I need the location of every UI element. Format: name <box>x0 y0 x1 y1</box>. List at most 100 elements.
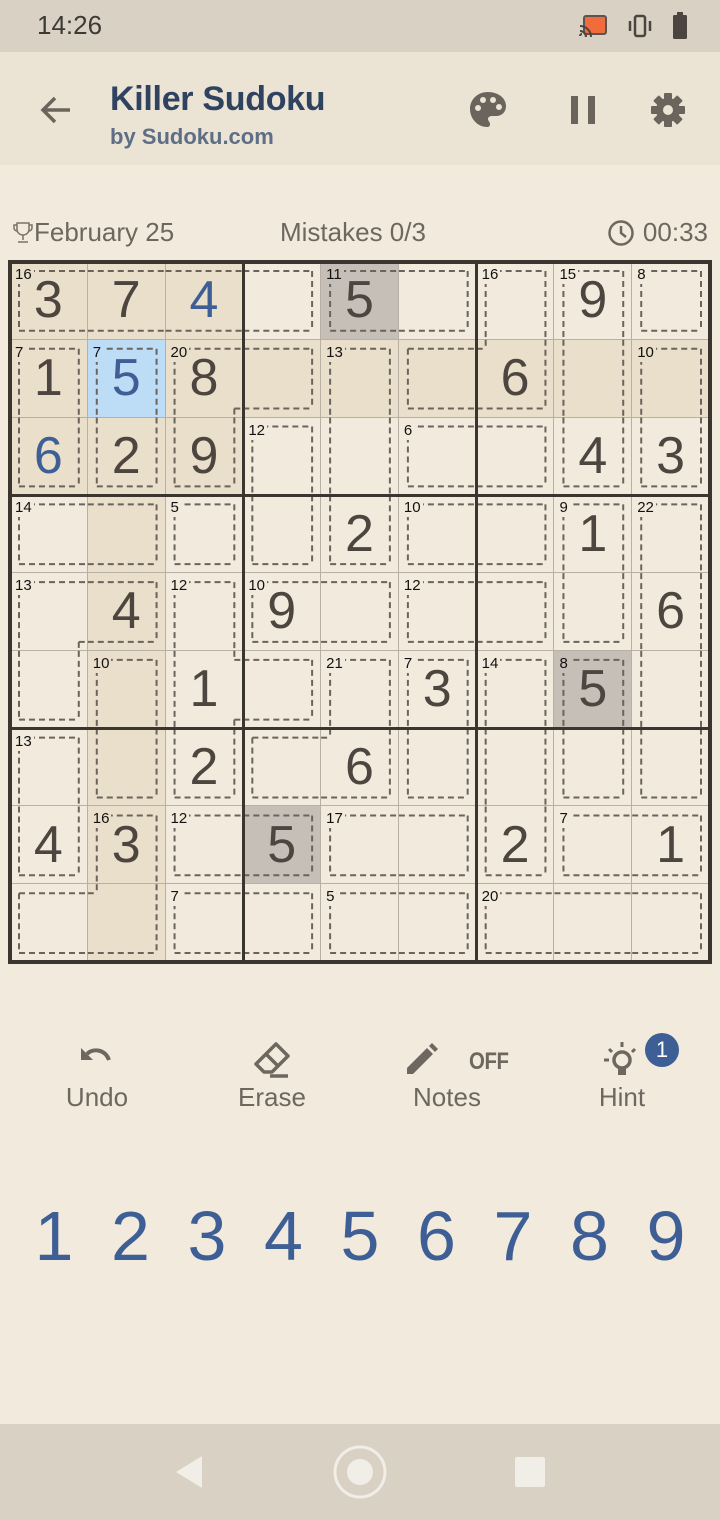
number-button-9[interactable]: 9 <box>630 1196 702 1276</box>
board-cell[interactable] <box>10 650 88 729</box>
board-border-right <box>708 260 712 964</box>
board-cell[interactable] <box>87 728 166 807</box>
cell-value <box>477 495 554 572</box>
number-button-6[interactable]: 6 <box>401 1196 473 1276</box>
cage-sum: 8 <box>637 266 648 284</box>
board-cell[interactable]: 1 <box>632 806 710 885</box>
nav-recents-icon <box>515 1457 545 1487</box>
board-cell[interactable] <box>243 650 322 729</box>
undo-icon <box>81 1048 111 1061</box>
notes-button[interactable]: OFF Notes <box>377 1030 517 1130</box>
nav-back-button[interactable] <box>172 1454 206 1490</box>
board-cell[interactable]: 2 <box>165 728 244 807</box>
board-cell[interactable] <box>476 495 555 574</box>
board-cell[interactable] <box>554 339 633 418</box>
number-button-1[interactable]: 1 <box>18 1196 90 1276</box>
palette-icon <box>470 92 506 127</box>
timer: 00:33 <box>607 217 708 248</box>
hint-button[interactable]: 1 Hint <box>552 1030 692 1130</box>
board-cell[interactable] <box>554 573 633 651</box>
eraser-icon <box>254 1042 290 1078</box>
board-cell[interactable]: 4 <box>554 417 633 496</box>
board-cell[interactable] <box>243 884 322 962</box>
cage-sum: 16 <box>92 810 112 829</box>
board-cell[interactable]: 4 <box>87 573 166 651</box>
board-cell[interactable]: 6 <box>321 728 399 807</box>
board-cell[interactable] <box>321 417 399 496</box>
board-cell[interactable] <box>398 728 477 807</box>
cell-value <box>88 884 165 961</box>
nav-home-button[interactable] <box>332 1444 388 1500</box>
board-cell[interactable]: 6 <box>632 573 710 651</box>
board-cell[interactable] <box>398 884 477 962</box>
board-cell[interactable] <box>632 884 710 962</box>
cage-sum: 11 <box>326 266 344 284</box>
settings-button[interactable] <box>646 88 690 132</box>
board-cell[interactable] <box>632 728 710 807</box>
cage-sum: 14 <box>15 499 34 518</box>
cell-value <box>554 573 631 650</box>
board-cell[interactable]: 2 <box>476 806 555 885</box>
board-cell[interactable]: 1 <box>165 650 244 729</box>
cast-icon <box>579 15 607 38</box>
board-cell[interactable] <box>87 495 166 574</box>
pause-button[interactable] <box>562 88 606 132</box>
cell-value <box>243 340 320 417</box>
cell-value <box>88 729 165 806</box>
board-cell[interactable] <box>476 417 555 496</box>
board-cell[interactable] <box>554 728 633 807</box>
number-button-7[interactable]: 7 <box>477 1196 549 1276</box>
notes-label: Notes <box>413 1082 481 1112</box>
number-button-5[interactable]: 5 <box>324 1196 396 1276</box>
cage-sum: 13 <box>15 577 34 596</box>
cell-value: 3 <box>656 426 686 485</box>
board-cell[interactable]: 6 <box>476 339 555 418</box>
number-button-4[interactable]: 4 <box>248 1196 320 1276</box>
date-text: February 25 <box>34 217 175 247</box>
cell-value: 2 <box>500 815 530 874</box>
board-cell[interactable]: 2 <box>87 417 166 496</box>
cage-sum: 21 <box>326 654 345 673</box>
cell-value: 4 <box>33 815 63 874</box>
board-cell[interactable]: 5 <box>243 806 322 885</box>
board-cell[interactable]: 4 <box>10 806 88 885</box>
undo-button[interactable]: Undo <box>27 1030 167 1130</box>
number-button-8[interactable]: 8 <box>554 1196 626 1276</box>
board-cell[interactable] <box>243 262 322 340</box>
board-cell[interactable] <box>476 728 555 807</box>
cell-value <box>554 729 631 806</box>
board-cell[interactable] <box>243 495 322 574</box>
board-cell[interactable]: 6 <box>10 417 88 496</box>
number-button-3[interactable]: 3 <box>171 1196 243 1276</box>
board-cell[interactable] <box>321 573 399 651</box>
daily-challenge-date: February 25 <box>12 217 174 248</box>
board-cell[interactable] <box>243 728 322 807</box>
cage-sum: 12 <box>248 421 268 440</box>
board-cell[interactable] <box>398 806 477 885</box>
board-cell[interactable] <box>398 262 477 340</box>
erase-button[interactable]: Erase <box>202 1030 342 1130</box>
cage-sum: 7 <box>15 343 26 362</box>
board-cell[interactable]: 9 <box>165 417 244 496</box>
cage-sum: 16 <box>15 266 34 284</box>
back-button[interactable] <box>34 88 78 132</box>
board-cell[interactable] <box>398 339 477 418</box>
board-cell[interactable] <box>554 884 633 962</box>
vibrate-icon <box>628 14 652 38</box>
cage-sum: 7 <box>559 810 570 829</box>
board-cell[interactable] <box>632 650 710 729</box>
board-cell[interactable] <box>243 339 322 418</box>
board-cell[interactable] <box>87 884 166 962</box>
number-button-2[interactable]: 2 <box>95 1196 167 1276</box>
nav-recents-button[interactable] <box>514 1456 546 1488</box>
board-cell[interactable]: 3 <box>632 417 710 496</box>
board-cell[interactable] <box>476 573 555 651</box>
board-cell[interactable] <box>10 884 88 962</box>
box-divider-vertical <box>475 262 479 962</box>
theme-button[interactable] <box>466 88 510 132</box>
board-cell[interactable]: 4 <box>165 262 244 340</box>
board-cell[interactable]: 2 <box>321 495 399 574</box>
board-cell[interactable]: 7 <box>87 262 166 340</box>
cage-sum: 5 <box>326 888 337 907</box>
app-title: Killer Sudoku <box>110 80 326 118</box>
